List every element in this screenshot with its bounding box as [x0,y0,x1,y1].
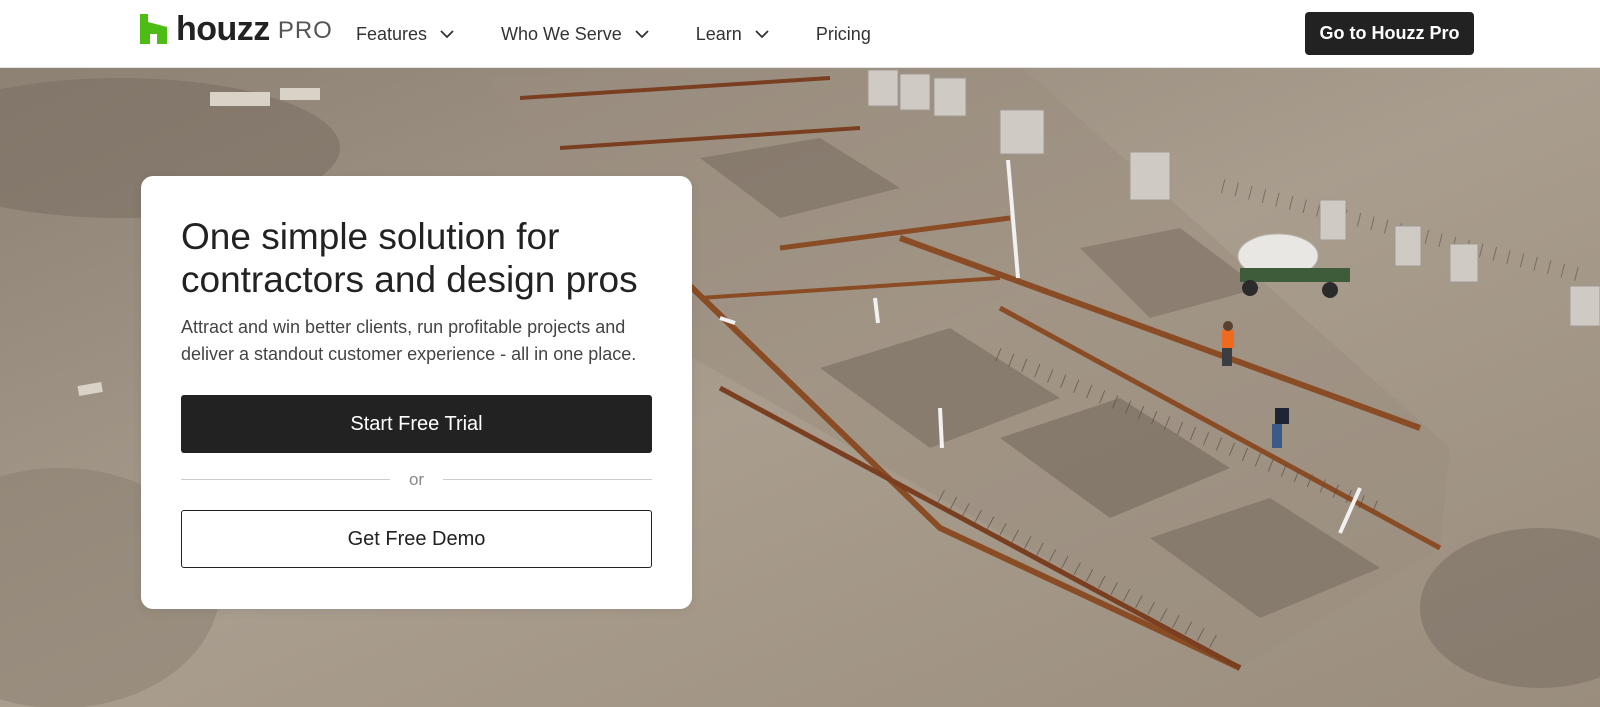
start-free-trial-button[interactable]: Start Free Trial [181,395,652,453]
go-to-houzz-pro-button[interactable]: Go to Houzz Pro [1305,12,1474,55]
nav-item-who-we-serve[interactable]: Who We Serve [501,0,650,68]
chevron-down-icon [440,30,454,39]
divider-line-right [443,479,652,480]
nav-item-pricing[interactable]: Pricing [816,0,871,68]
or-divider: or [181,470,652,490]
get-free-demo-button[interactable]: Get Free Demo [181,510,652,568]
nav-item-label: Who We Serve [501,23,622,44]
logo-pro-label: PRO [277,17,333,44]
nav-item-label: Pricing [815,23,871,44]
chevron-down-icon [755,30,769,39]
logo-wordmark: houzz [176,10,270,48]
hero-subtitle: Attract and win better clients, run prof… [181,317,637,364]
site-header: houzz PRO Features Who We Serve Learn Pr… [0,0,1600,68]
divider-or-text: or [408,470,425,489]
hero-card: One simple solution for contractors and … [141,176,692,609]
houzz-pro-logo[interactable]: houzz PRO [140,12,333,46]
nav-item-features[interactable]: Features [356,0,455,68]
nav-item-label: Learn [695,23,742,44]
chevron-down-icon [635,30,649,39]
main-nav: Features Who We Serve Learn Pricing [356,0,871,68]
houzz-h-icon [140,14,167,44]
hero-title: One simple solution for contractors and … [181,216,638,300]
nav-item-label: Features [356,23,428,44]
nav-item-learn[interactable]: Learn [696,0,770,68]
